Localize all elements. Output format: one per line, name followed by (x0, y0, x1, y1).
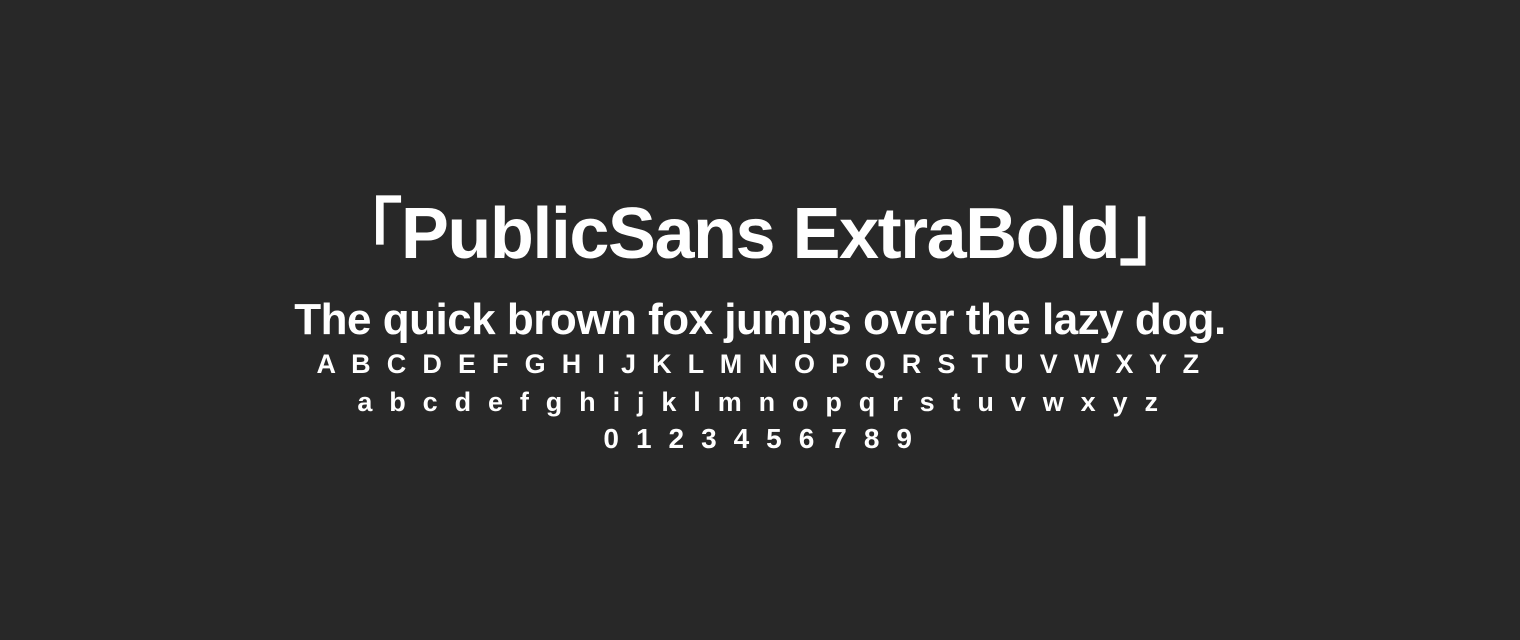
font-specimen: 「PublicSans ExtraBold」 The quick brown f… (0, 0, 1520, 640)
digits-row: 0 1 2 3 4 5 6 7 8 9 (603, 423, 917, 454)
uppercase-alphabet: A B C D E F G H I J K L M N O P Q R S T … (316, 349, 1204, 379)
lowercase-alphabet: a b c d e f g h i j k l m n o p q r s t … (357, 387, 1163, 417)
pangram-sample: The quick brown fox jumps over the lazy … (294, 295, 1226, 344)
font-name-title: 「PublicSans ExtraBold」 (330, 194, 1191, 274)
